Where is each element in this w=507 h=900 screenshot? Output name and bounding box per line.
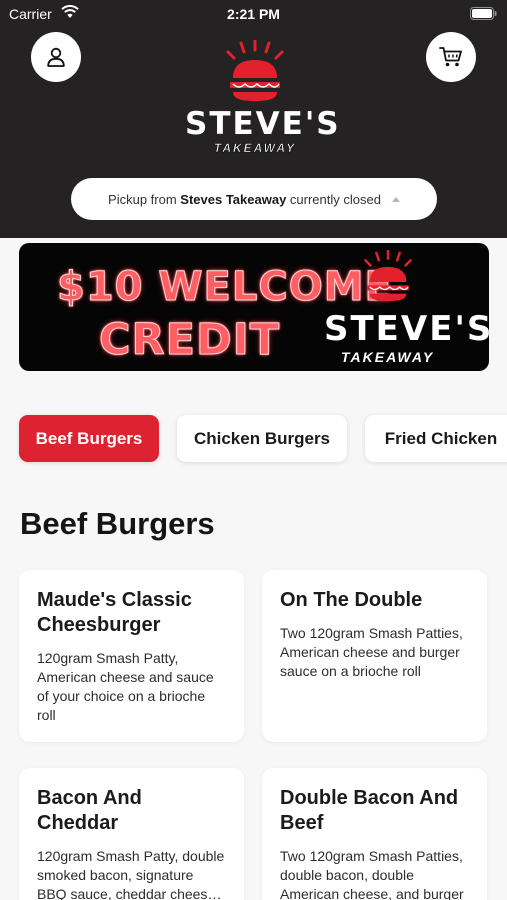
logo-name: STEVE'S xyxy=(185,106,341,142)
status-time: 2:21 PM xyxy=(227,6,280,22)
menu-item-name: On The Double xyxy=(280,589,423,611)
banner-subheadline: CREDIT xyxy=(98,315,281,366)
banner-logo-subtitle: TAKEAWAY xyxy=(341,349,435,365)
battery-icon xyxy=(470,7,497,20)
menu-item-description: 120gram Smash Patty, American cheese and… xyxy=(37,650,214,723)
pickup-suffix: currently closed xyxy=(289,191,381,207)
status-bar: Carrier 2:21 PM xyxy=(0,0,507,30)
tab-beef-burgers[interactable]: Beef Burgers xyxy=(19,415,159,462)
banner-headline: $10 WELCOME xyxy=(57,264,393,311)
menu-item-description: Two 120gram Smash Patties, American chee… xyxy=(280,625,463,679)
cart-icon xyxy=(439,47,462,67)
store-logo: STEVE'S TAKEAWAY xyxy=(185,40,341,160)
pickup-prefix: Pickup from xyxy=(108,191,177,207)
promo-banner[interactable]: $10 WELCOME CREDIT STEVE'S TAKEAWAY xyxy=(19,243,489,371)
menu-item-name: Bacon And Cheddar xyxy=(37,787,142,834)
menu-item-card[interactable]: Bacon And Cheddar 120gram Smash Patty, d… xyxy=(19,768,244,900)
pickup-store-name: Steves Takeaway xyxy=(180,191,287,207)
profile-button[interactable] xyxy=(31,32,81,82)
pickup-status-selector[interactable]: Pickup from Steves Takeaway currently cl… xyxy=(71,178,437,220)
menu-item-description: 120gram Smash Patty, double smoked bacon… xyxy=(37,848,225,900)
user-icon xyxy=(47,47,65,67)
cart-button[interactable] xyxy=(426,32,476,82)
banner-logo-name: STEVE'S xyxy=(324,309,489,349)
tab-fried-chicken[interactable]: Fried Chicken xyxy=(365,415,507,462)
menu-item-name: Maude's Classic Cheesburger xyxy=(37,589,192,636)
app-header: Carrier 2:21 PM STEVE'S TAKEAWAY Pickup … xyxy=(0,0,507,238)
menu-item-card[interactable]: Double Bacon And Beef Two 120gram Smash … xyxy=(262,768,487,900)
logo-subtitle: TAKEAWAY xyxy=(213,141,297,156)
menu-item-card[interactable]: On The Double Two 120gram Smash Patties,… xyxy=(262,570,487,742)
burger-logo-icon xyxy=(364,249,412,302)
chevron-up-icon xyxy=(391,196,400,202)
menu-item-card[interactable]: Maude's Classic Cheesburger 120gram Smas… xyxy=(19,570,244,742)
menu-item-description: Two 120gram Smash Patties, double bacon,… xyxy=(280,848,464,900)
tab-chicken-burgers[interactable]: Chicken Burgers xyxy=(177,415,347,462)
menu-item-name: Double Bacon And Beef xyxy=(280,787,459,834)
section-title: Beef Burgers xyxy=(20,506,215,541)
burger-logo-icon xyxy=(226,40,284,101)
